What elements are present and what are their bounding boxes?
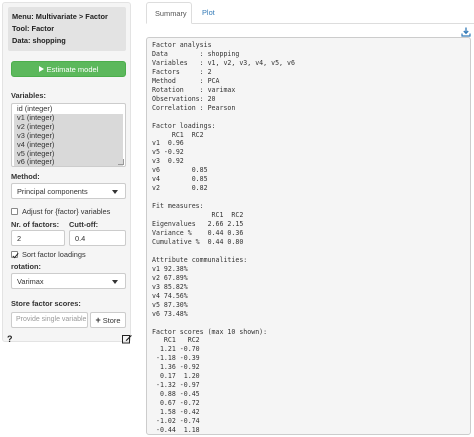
estimate-model-label: Estimate model [46, 64, 99, 74]
help-icon[interactable]: ? [7, 334, 13, 344]
resize-grip-icon[interactable] [118, 159, 124, 165]
variable-option[interactable]: v6 (integer) [14, 158, 123, 166]
method-value: Principal components [17, 187, 88, 196]
caret-down-icon [112, 280, 118, 284]
rotation-select[interactable]: Varimax [11, 273, 126, 289]
adjust-factor-checkbox[interactable] [11, 208, 18, 215]
store-button-label: Store [102, 315, 121, 325]
tab-summary[interactable]: Summary [146, 2, 192, 24]
menu-path: Menu: Multivariate > Factor [12, 12, 108, 21]
sort-loadings-checkbox-row[interactable]: Sort factor loadings [11, 250, 86, 259]
cutoff-input[interactable]: 0.4 [69, 230, 126, 246]
store-scores-label: Store factor scores: [11, 299, 81, 308]
summary-output: Factor analysis Data : shopping Variable… [146, 37, 471, 435]
method-label: Method: [11, 172, 40, 181]
plus-icon: + [95, 314, 101, 325]
variables-label: Variables: [11, 91, 46, 100]
variables-listbox[interactable]: id (integer) v1 (integer) v2 (integer) v3 (… [11, 103, 126, 167]
cutoff-label: Cutt-off: [69, 220, 99, 229]
method-select[interactable]: Principal components [11, 183, 126, 199]
download-icon[interactable] [461, 27, 471, 37]
edit-icon[interactable] [122, 334, 132, 344]
summary-text: Factor analysis Data : shopping Variable… [152, 41, 295, 434]
sort-loadings-label: Sort factor loadings [22, 250, 86, 259]
store-variable-input[interactable]: Provide single variable name [11, 312, 88, 328]
dataset-name: Data: shopping [12, 36, 66, 45]
adjust-factor-label: Adjust for {factor} variables [22, 207, 111, 216]
rotation-label: rotation: [11, 262, 41, 271]
play-icon [38, 66, 44, 72]
nr-factors-label: Nr. of factors: [11, 220, 60, 229]
adjust-factor-checkbox-row[interactable]: Adjust for {factor} variables [11, 207, 110, 216]
sort-loadings-checkbox[interactable] [11, 251, 18, 258]
info-box: Menu: Multivariate > Factor Tool: Factor… [8, 7, 126, 51]
caret-down-icon [112, 190, 118, 194]
nr-factors-input[interactable]: 2 [11, 230, 65, 246]
estimate-model-button[interactable]: Estimate model [11, 61, 126, 77]
rotation-value: Varimax [17, 277, 44, 286]
tab-bar: Summary Plot [146, 2, 474, 24]
tab-plot[interactable]: Plot [194, 2, 223, 24]
tool-name: Tool: Factor [12, 24, 55, 33]
store-button[interactable]: + Store [90, 312, 126, 328]
sidebar-panel: Menu: Multivariate > Factor Tool: Factor… [2, 2, 132, 344]
